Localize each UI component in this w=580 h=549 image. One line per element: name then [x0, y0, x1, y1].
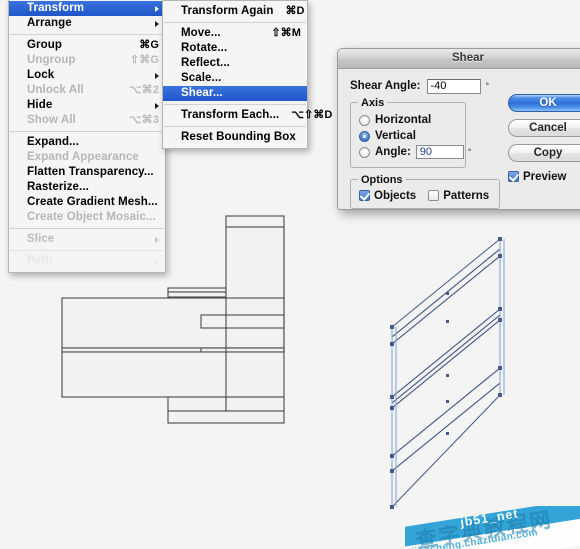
menu-separator — [10, 131, 164, 132]
shortcut: ⇧⌘G — [129, 54, 159, 66]
chevron-right-icon — [155, 72, 159, 79]
menu-separator — [164, 126, 306, 127]
dialog-title: Shear — [338, 49, 580, 69]
chevron-right-icon — [155, 5, 159, 12]
menu-separator — [10, 228, 164, 229]
submenu-item-reset-bounding-box[interactable]: Reset Bounding Box — [163, 130, 307, 145]
menu-item-expand-appearance: Expand Appearance — [27, 151, 139, 163]
menu-item-group[interactable]: Group ⌘G — [9, 38, 165, 53]
menu-item-create-gradient-mesh[interactable]: Create Gradient Mesh... — [9, 195, 165, 210]
menu-separator — [10, 250, 164, 251]
preview-label[interactable]: Preview — [523, 171, 566, 183]
menu-separator — [164, 22, 306, 23]
menu-item-unlock-all: Unlock All ⌥⌘2 — [27, 84, 159, 96]
menu-item-expand[interactable]: Expand... — [9, 135, 165, 150]
checkbox-objects-label[interactable]: Objects — [374, 190, 416, 202]
checkbox-objects-icon[interactable] — [359, 190, 370, 201]
shear-angle-input[interactable] — [426, 78, 481, 94]
axis-option-angle[interactable]: Angle: ° — [359, 144, 471, 160]
submenu-item-move[interactable]: Move... ⇧⌘M — [163, 26, 307, 41]
submenu-item-transform-again[interactable]: Transform Again ⌘D — [163, 4, 307, 19]
axis-group: Axis Horizontal Vertical Angle: ° — [350, 97, 471, 168]
options-group: Options Objects Patterns — [350, 174, 500, 209]
chevron-right-icon — [155, 102, 159, 109]
cancel-button[interactable]: Cancel — [508, 119, 580, 137]
menu-item-flatten-transparency[interactable]: Flatten Transparency... — [9, 165, 165, 180]
menu-item-hide[interactable]: Hide — [9, 98, 165, 113]
shear-angle-row: Shear Angle: ° — [350, 77, 580, 95]
menu-item-path: Path — [9, 254, 165, 269]
submenu-item-rotate[interactable]: Rotate... — [163, 41, 307, 56]
menu-item-create-object-mosaic: Create Object Mosaic... — [27, 211, 156, 223]
shortcut: ⌘D — [285, 5, 305, 17]
copy-button[interactable]: Copy — [508, 144, 580, 162]
shortcut: ⌥⌘2 — [128, 84, 159, 96]
options-checkbox-row: Objects Patterns — [359, 188, 491, 203]
shortcut: ⌘G — [139, 39, 159, 51]
degree-symbol: ° — [485, 81, 490, 91]
radio-icon[interactable] — [359, 146, 370, 158]
submenu-item-reflect[interactable]: Reflect... — [163, 56, 307, 71]
illustrator-screenshot: Transform Arrange Group ⌘G Ungroup ⇧⌘G L… — [0, 0, 580, 549]
submenu-item-transform-each[interactable]: Transform Each... ⌥⇧⌘D — [163, 108, 332, 123]
transform-submenu[interactable]: Transform Again ⌘D Move... ⇧⌘M Rotate...… — [162, 0, 332, 149]
axis-option-horizontal[interactable]: Horizontal — [359, 112, 457, 128]
menu-separator — [10, 34, 164, 35]
menu-item-rasterize[interactable]: Rasterize... — [9, 180, 165, 195]
dialog-body: Shear Angle: ° Axis Horizontal Vertical … — [338, 69, 580, 209]
degree-symbol: ° — [467, 147, 472, 157]
menu-item-slice: Slice — [9, 232, 165, 247]
chevron-right-icon — [155, 20, 159, 27]
chevron-right-icon — [155, 236, 159, 243]
menu-item-transform[interactable]: Transform — [9, 1, 165, 16]
checkbox-patterns-icon[interactable] — [428, 190, 440, 201]
radio-selected-icon[interactable] — [359, 130, 370, 142]
axis-option-vertical[interactable]: Vertical — [359, 128, 457, 144]
dialog-button-stack: OK Cancel Copy Preview — [508, 94, 580, 184]
menu-separator — [164, 104, 306, 105]
options-group-title: Options — [358, 174, 406, 186]
menu-item-show-all: Show All ⌥⌘3 — [27, 114, 159, 126]
shortcut: ⇧⌘M — [271, 27, 301, 39]
submenu-item-scale[interactable]: Scale... — [163, 71, 307, 86]
axis-angle-input[interactable] — [415, 145, 464, 159]
submenu-item-shear[interactable]: Shear... — [163, 86, 307, 101]
checkbox-patterns-label[interactable]: Patterns — [443, 190, 489, 202]
menu-item-ungroup: Ungroup ⇧⌘G — [27, 54, 159, 66]
shear-angle-label: Shear Angle: — [350, 80, 421, 92]
preview-row[interactable]: Preview — [508, 169, 580, 184]
shortcut: ⌥⌘3 — [128, 114, 159, 126]
object-menu[interactable]: Transform Arrange Group ⌘G Ungroup ⇧⌘G L… — [8, 0, 166, 273]
menu-item-lock[interactable]: Lock — [9, 68, 165, 83]
ok-button[interactable]: OK — [508, 94, 580, 112]
shortcut: ⌥⇧⌘D — [291, 109, 333, 121]
chevron-right-icon — [155, 258, 159, 265]
axis-group-title: Axis — [358, 97, 388, 109]
radio-icon[interactable] — [359, 114, 370, 126]
checkbox-preview-icon[interactable] — [508, 171, 519, 182]
shear-dialog[interactable]: Shear Shear Angle: ° Axis Horizontal Ver… — [337, 48, 580, 210]
menu-item-arrange[interactable]: Arrange — [9, 16, 165, 31]
